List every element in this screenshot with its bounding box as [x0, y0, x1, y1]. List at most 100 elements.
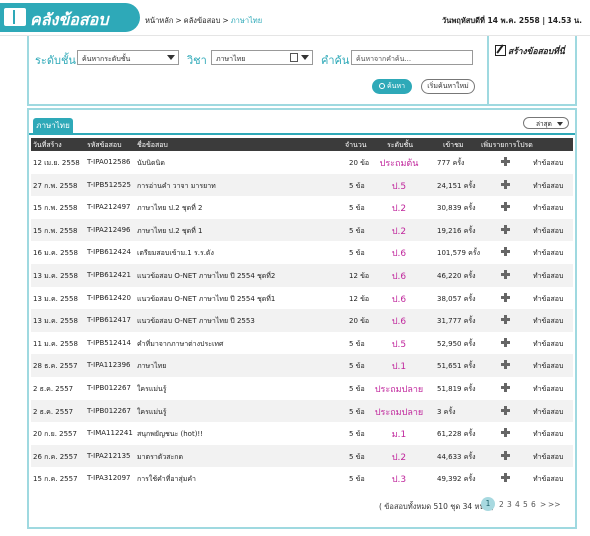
level-label: ระดับชั้น [35, 55, 76, 67]
level-select-value: ค้นหากระดับชั้น [82, 55, 131, 63]
take-exam-link[interactable]: ทำข้อสอบ [533, 271, 563, 282]
take-exam-link[interactable]: ทำข้อสอบ [533, 158, 563, 169]
pagination-info: ( ข้อสอบทั้งหมด 510 ชุด 34 หน้า ) [379, 502, 495, 511]
table-row: 12 เม.ย. 2558 T-IPA012586 นับนิดนิด 20 ข้อป… [33, 157, 564, 169]
add-favorite-icon[interactable] [501, 382, 510, 392]
add-favorite-icon[interactable] [501, 360, 510, 370]
row-code: T-IPB512414 [87, 338, 131, 347]
pencil-icon [495, 45, 506, 56]
row-code: T-IMA112241 [87, 429, 133, 438]
row-name: เตรียมสอบเข้าม.1 ร.ร.ดัง [137, 249, 214, 258]
breadcrumb-home[interactable]: หน้าหลัก [145, 16, 173, 25]
row-date: 28 ธ.ค. 2557 [33, 362, 78, 371]
search-button-label: ค้นหา [386, 82, 405, 90]
row-code: T-IPB012267 [87, 406, 131, 415]
table-row: 28 ธ.ค. 2557 T-IPA112396 ภาษาไทย 5 ข้อ ป.1 51… [31, 354, 573, 377]
page-link[interactable]: 6 [531, 500, 536, 509]
sort-select[interactable]: ล่าสุด [523, 117, 569, 129]
take-exam-link[interactable]: ทำข้อสอบ [533, 474, 563, 485]
chevron-down-icon [301, 55, 309, 60]
take-exam-link[interactable]: ทำข้อสอบ [533, 181, 563, 192]
row-name: ใครแม่นรู้ [137, 384, 167, 393]
chevron-down-icon [557, 122, 563, 126]
create-exam-button[interactable]: สร้างข้อสอบที่นี่ [495, 44, 571, 58]
take-exam-link[interactable]: ทำข้อสอบ [533, 407, 563, 418]
col-count: จำนวน [345, 141, 367, 149]
page-current[interactable]: 1 [481, 497, 495, 511]
page-link[interactable]: 2 [499, 500, 504, 509]
add-favorite-icon[interactable] [501, 202, 510, 212]
take-exam-link[interactable]: ทำข้อสอบ [533, 429, 563, 440]
row-date: 16 ม.ค. 2558 [33, 249, 78, 258]
row-date: 27 ก.พ. 2558 [33, 181, 78, 190]
table-row: 27 ก.พ. 2558 T-IPB512525 การอ่านคำ วาจา มา… [31, 173, 573, 197]
add-favorite-icon[interactable] [501, 157, 510, 166]
take-exam-link[interactable]: ทำข้อสอบ [533, 361, 563, 372]
add-favorite-icon[interactable] [501, 292, 510, 302]
row-name: ภาษาไทย ป.2 ชุดที่ 2 [137, 204, 203, 213]
page-link[interactable]: 3 [507, 500, 512, 509]
take-exam-link[interactable]: ทำข้อสอบ [533, 452, 563, 463]
row-date: 15 ก.ค. 2557 [33, 475, 78, 484]
row-views: 24,151 ครั้ง [437, 181, 476, 190]
add-favorite-icon[interactable] [501, 428, 510, 438]
row-name: ใครแม่นรู้ [137, 407, 167, 416]
table-row: 11 ม.ค. 2558 T-IPB512414 คำที่มาจากภาษาต่า… [33, 337, 564, 350]
table-row: 15 ก.ค. 2557 T-IPA312097 การใช้คำที่อาสุ่ม… [33, 473, 564, 486]
add-favorite-icon[interactable] [501, 179, 510, 189]
add-favorite-icon[interactable] [501, 473, 510, 483]
page-link[interactable]: 5 [523, 500, 528, 509]
row-name: คำที่มาจากภาษาต่างประเทศ [137, 339, 224, 348]
table-row: 13 ม.ค. 2558 T-IPB612417 แนวข้อสอบ O-NET ภ… [31, 309, 573, 332]
breadcrumb-exams[interactable]: คลังข้อสอบ [184, 16, 221, 25]
take-exam-link[interactable]: ทำข้อสอบ [533, 226, 563, 237]
row-count: 20 ข้อ [349, 317, 370, 326]
add-favorite-icon[interactable] [501, 269, 510, 279]
take-exam-link[interactable]: ทำข้อสอบ [533, 384, 563, 395]
subject-select[interactable]: ภาษาไทย [211, 50, 313, 65]
tab-thai[interactable]: ภาษาไทย [33, 118, 73, 133]
row-code: T-IPA212135 [87, 451, 131, 460]
reset-search-button[interactable]: เริ่มค้นหาใหม่ [421, 79, 475, 94]
table-row: 20 ก.ย. 2557 T-IMA112241 สนุกพยัญชนะ (hot)… [33, 428, 564, 441]
row-name: แนวข้อสอบ O-NET ภาษาไทย ปี 2553 [137, 317, 255, 326]
logo[interactable]: คลังข้อสอบ [0, 3, 140, 32]
level-select[interactable]: ค้นหากระดับชั้น [77, 50, 179, 65]
subject-select-value: ภาษาไทย [216, 55, 246, 63]
add-favorite-icon[interactable] [501, 405, 510, 415]
add-favorite-icon[interactable] [501, 337, 510, 347]
take-exam-link[interactable]: ทำข้อสอบ [533, 294, 563, 305]
add-favorite-icon[interactable] [501, 450, 510, 460]
table-row: 13 ม.ค. 2558 T-IPB612420 แนวข้อสอบ O-NET ภ… [33, 292, 564, 305]
row-views: 46,220 ครั้ง [437, 271, 476, 280]
search-button[interactable]: ค้นหา [372, 79, 412, 94]
take-exam-link[interactable]: ทำข้อสอบ [533, 316, 563, 327]
row-views: 51,819 ครั้ง [437, 384, 476, 393]
row-code: T-IPB612420 [87, 293, 131, 302]
row-code: T-IPB612417 [87, 316, 131, 325]
row-date: 26 ก.ค. 2557 [33, 452, 78, 461]
table-row: 26 ก.ค. 2557 T-IPA212135 มาตราตัวสะกด 5 ข้อ… [31, 444, 573, 468]
row-views: 44,633 ครั้ง [437, 452, 476, 461]
results-panel: ภาษาไทย ล่าสุด วันที่สร้าง รหัสข้อสอบ ชื… [27, 108, 577, 529]
row-code: T-IPB012267 [87, 383, 131, 392]
take-exam-link[interactable]: ทำข้อสอบ [533, 248, 563, 259]
create-exam-label: สร้างข้อสอบที่นี่ [508, 46, 565, 56]
chevron-down-icon [167, 55, 175, 60]
add-favorite-icon[interactable] [501, 224, 510, 234]
add-favorite-icon[interactable] [501, 247, 510, 257]
row-count: 5 ข้อ [349, 339, 365, 348]
row-date: 13 ม.ค. 2558 [33, 294, 78, 303]
page-link[interactable]: 4 [515, 500, 520, 509]
take-exam-link[interactable]: ทำข้อสอบ [533, 203, 563, 214]
row-views: 30,839 ครั้ง [437, 204, 476, 213]
col-views: เข้าชม [443, 141, 464, 149]
row-date: 20 ก.ย. 2557 [33, 430, 77, 439]
keyword-input[interactable]: ค้นหาจากคำค้น... [351, 50, 473, 65]
row-code: T-IPA012586 [87, 158, 131, 166]
last-page-link[interactable]: >> [548, 500, 561, 509]
next-page-link[interactable]: > [540, 500, 546, 509]
add-favorite-icon[interactable] [501, 315, 510, 325]
take-exam-link[interactable]: ทำข้อสอบ [533, 339, 563, 350]
row-count: 5 ข้อ [349, 226, 365, 235]
